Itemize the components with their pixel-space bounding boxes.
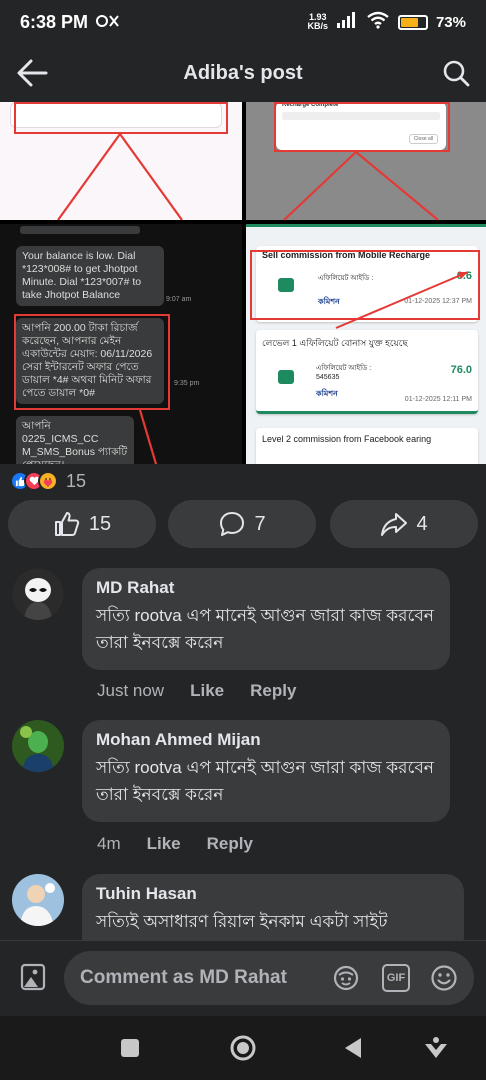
battery-icon (397, 14, 428, 30)
wifi-icon (366, 11, 390, 34)
comment-text: সত্যি rootva এপ মানেই আগুন জারা কাজ করবে… (96, 606, 434, 652)
arrow-left-icon[interactable] (16, 58, 48, 88)
page-title: Adiba's post (183, 61, 303, 84)
share-count: 4 (416, 512, 428, 535)
signal-icon (336, 11, 358, 33)
avatar[interactable] (12, 720, 64, 772)
gif-button[interactable]: GIF (382, 964, 410, 992)
post-photo-4[interactable]: Sell commission from Mobile Recharge এফি… (246, 224, 486, 464)
comment-bubble[interactable]: Mohan Ahmed Mijan সত্যি rootva এপ মানেই … (82, 720, 450, 822)
comment-text: সত্যি rootva এপ মানেই আগুন জারা কাজ করবে… (96, 758, 434, 804)
search-icon[interactable] (442, 58, 470, 88)
comment-bubble[interactable]: MD Rahat সত্যি rootva এপ মানেই আগুন জারা… (82, 568, 450, 670)
comment-composer: Comment as MD Rahat GIF (0, 940, 486, 1016)
comment-time: Just now (97, 681, 165, 700)
share-icon (381, 513, 408, 536)
comment-bubble[interactable]: Tuhin Hasan সত্যিই অসাধারণ রিয়াল ইনকাম … (82, 874, 464, 940)
post-photo-3[interactable]: Your balance is low. Dial *123*008# to g… (0, 224, 242, 464)
gif-label: GIF (386, 972, 406, 984)
comment-author[interactable]: MD Rahat (96, 578, 436, 598)
assistant-icon[interactable] (422, 1034, 450, 1062)
comment-time: 4m (97, 834, 121, 853)
avatar[interactable] (12, 568, 64, 620)
post-photo-1[interactable] (0, 102, 242, 220)
home-icon[interactable] (229, 1034, 257, 1062)
commission-card-2: লেভেল 1 এফিলিয়েট বোনাস যুক্ত হয়েছে এফি… (256, 330, 478, 414)
battery-percentage: 73% (435, 13, 466, 31)
comment-text: সত্যিই অসাধারণ রিয়াল ইনকাম একটা সাইট (96, 912, 388, 931)
photo-icon[interactable] (20, 963, 46, 991)
post-header: Adiba's post (0, 44, 486, 102)
comment-like-button[interactable]: Like (147, 834, 181, 854)
notification-icon (96, 13, 122, 32)
care-icon (38, 471, 58, 491)
back-triangle-icon[interactable] (340, 1034, 368, 1062)
comment-reply-button[interactable]: Reply (250, 681, 296, 701)
like-button[interactable]: 15 (8, 500, 156, 548)
comment-item: Tuhin Hasan সত্যিই অসাধারণ রিয়াল ইনকাম … (0, 874, 486, 940)
commission-card-3: Level 2 commission from Facebook earing (256, 428, 478, 464)
recents-icon[interactable] (116, 1034, 144, 1062)
status-bar: 6:38 PM 1.93 KB/s 73% (0, 0, 486, 44)
comment-meta: Just now Like Reply (97, 681, 296, 701)
thumbs-up-icon (54, 512, 79, 536)
comment-icon (220, 512, 245, 536)
comment-input[interactable]: Comment as MD Rahat GIF (64, 951, 474, 1005)
comment-meta: 4m Like Reply (97, 834, 253, 854)
comment-button[interactable]: 7 (168, 500, 316, 548)
reaction-count: 15 (66, 470, 87, 491)
like-count: 15 (88, 512, 112, 535)
reactions-summary[interactable]: 15 (10, 468, 86, 494)
comment-count: 7 (254, 512, 266, 535)
avatar-sticker-icon[interactable] (332, 964, 360, 992)
emoji-icon[interactable] (430, 964, 458, 992)
comment-reply-button[interactable]: Reply (207, 834, 253, 854)
post-photo-grid[interactable]: Recharge Complete Close all Your balance… (0, 102, 486, 464)
comment-author[interactable]: Tuhin Hasan (96, 884, 450, 904)
share-button[interactable]: 4 (330, 500, 478, 548)
comment-placeholder: Comment as MD Rahat (80, 967, 287, 988)
network-speed: 1.93 KB/s (307, 12, 328, 31)
comment-author[interactable]: Mohan Ahmed Mijan (96, 730, 436, 750)
avatar[interactable] (12, 874, 64, 926)
status-time: 6:38 PM (20, 11, 89, 32)
system-nav-bar (0, 1016, 486, 1080)
post-photo-2[interactable]: Recharge Complete Close all (246, 102, 486, 220)
comment-like-button[interactable]: Like (190, 681, 224, 701)
